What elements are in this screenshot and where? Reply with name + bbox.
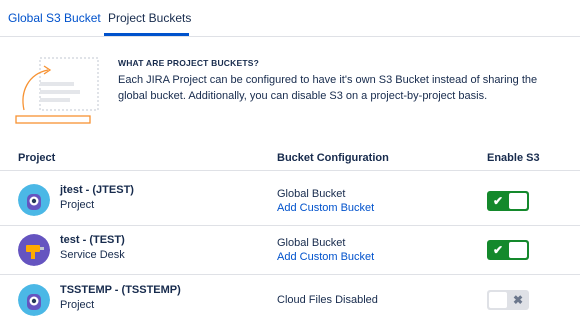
enable-s3-toggle[interactable]: ✖	[487, 290, 529, 310]
toggle-knob	[489, 292, 507, 308]
column-header-enable-s3: Enable S3	[487, 152, 540, 164]
tab-global-s3-bucket[interactable]: Global S3 Bucket	[8, 10, 101, 26]
project-type: Project	[60, 299, 95, 311]
bucket-configuration: Global Bucket	[277, 188, 346, 200]
enable-s3-toggle[interactable]: ✔	[487, 240, 529, 260]
intro-title: WHAT ARE PROJECT BUCKETS?	[118, 58, 259, 68]
row-divider	[0, 225, 580, 226]
enable-s3-toggle[interactable]: ✔	[487, 191, 529, 211]
table-header-divider	[0, 170, 580, 171]
project-name: TSSTEMP - (TSSTEMP)	[60, 284, 181, 296]
project-name: jtest - (JTEST)	[60, 184, 134, 196]
bucket-configuration: Global Bucket	[277, 237, 346, 249]
tab-bar: Global S3 Bucket Project Buckets	[0, 0, 580, 37]
check-icon: ✔	[492, 194, 504, 208]
column-header-project: Project	[18, 152, 56, 164]
active-tab-indicator	[104, 33, 189, 36]
add-custom-bucket-link[interactable]: Add Custom Bucket	[277, 251, 374, 263]
add-custom-bucket-link[interactable]: Add Custom Bucket	[277, 202, 374, 214]
project-name: test - (TEST)	[60, 234, 125, 246]
project-type: Service Desk	[60, 249, 125, 261]
column-header-bucket-configuration: Bucket Configuration	[277, 152, 389, 164]
x-icon: ✖	[512, 293, 524, 307]
toggle-knob	[509, 242, 527, 258]
tab-project-buckets[interactable]: Project Buckets	[108, 10, 191, 26]
bucket-configuration: Cloud Files Disabled	[277, 294, 378, 306]
project-avatar-robot-icon	[18, 284, 50, 316]
intro-description: Each JIRA Project can be configured to h…	[118, 74, 538, 102]
row-divider	[0, 274, 580, 275]
check-icon: ✔	[492, 243, 504, 257]
project-avatar-robot-icon	[18, 184, 50, 216]
project-type: Project	[60, 199, 95, 211]
toggle-knob	[509, 193, 527, 209]
project-avatar-drill-icon	[18, 234, 50, 266]
project-buckets-illustration-icon	[15, 57, 99, 124]
